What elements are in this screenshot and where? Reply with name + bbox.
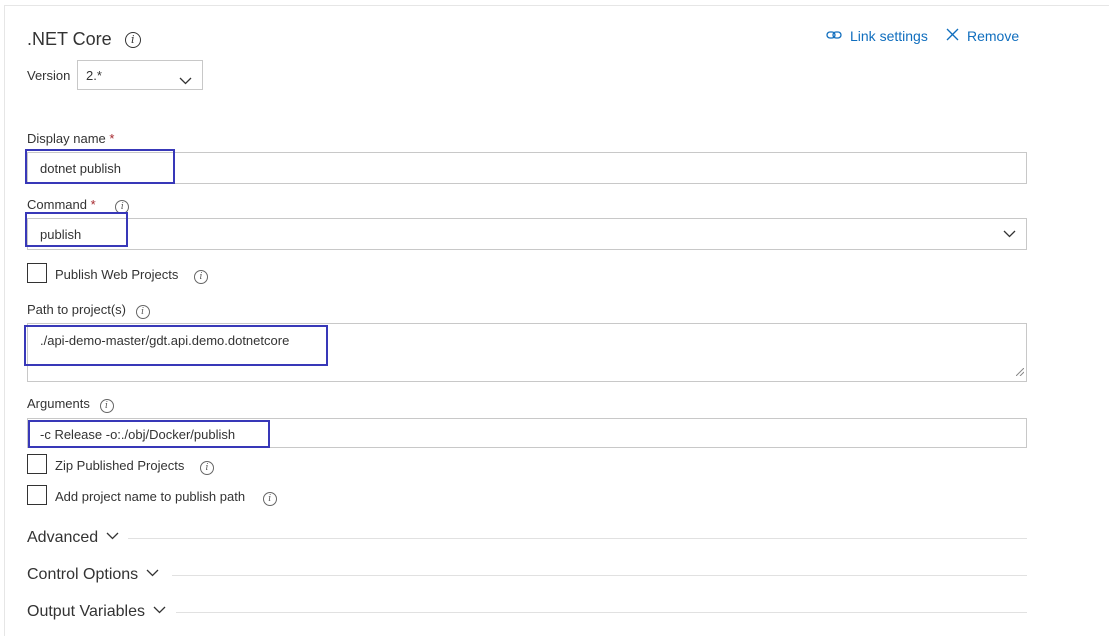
add-project-name-checkbox[interactable] xyxy=(27,485,47,505)
add-project-name-label: Add project name to publish path i xyxy=(55,489,277,506)
section-divider xyxy=(128,538,1027,539)
path-to-projects-label: Path to project(s) i xyxy=(27,302,150,319)
info-icon[interactable]: i xyxy=(199,461,214,475)
command-label-text: Command xyxy=(27,197,87,212)
link-settings-label: Link settings xyxy=(850,28,928,44)
info-icon[interactable]: i xyxy=(124,32,141,48)
resize-handle-icon[interactable] xyxy=(1015,364,1025,379)
annotation-box xyxy=(25,212,128,247)
publish-web-projects-text: Publish Web Projects xyxy=(55,267,179,282)
remove-label: Remove xyxy=(967,28,1020,44)
chevron-down-icon xyxy=(179,68,192,98)
info-icon[interactable]: i xyxy=(99,399,114,413)
annotation-box xyxy=(28,420,270,448)
output-variables-section-toggle[interactable]: Output Variables xyxy=(27,603,166,621)
control-options-section-toggle[interactable]: Control Options xyxy=(27,566,159,584)
publish-web-projects-checkbox[interactable] xyxy=(27,263,47,283)
chevron-down-icon xyxy=(106,529,119,547)
version-value: 2.* xyxy=(86,68,102,83)
arguments-label: Arguments i xyxy=(27,396,114,413)
required-marker: * xyxy=(109,131,115,146)
control-options-label: Control Options xyxy=(27,566,139,583)
info-icon[interactable]: i xyxy=(193,270,208,284)
display-name-input[interactable]: dotnet publish xyxy=(27,152,1027,184)
command-select[interactable]: publish xyxy=(27,218,1027,250)
arguments-label-text: Arguments xyxy=(27,396,90,411)
annotation-box xyxy=(25,149,175,184)
annotation-box xyxy=(24,325,328,366)
link-settings-button[interactable]: Link settings xyxy=(826,28,928,44)
publish-web-projects-label: Publish Web Projects i xyxy=(55,267,208,284)
display-name-label-text: Display name xyxy=(27,131,106,146)
output-variables-label: Output Variables xyxy=(27,603,145,620)
info-icon[interactable]: i xyxy=(262,492,277,506)
advanced-section-toggle[interactable]: Advanced xyxy=(27,529,119,547)
version-select[interactable]: 2.* xyxy=(77,60,203,90)
section-divider xyxy=(172,575,1027,576)
chevron-down-icon xyxy=(146,566,159,584)
version-label: Version xyxy=(27,68,71,83)
required-marker: * xyxy=(90,197,96,212)
chevron-down-icon xyxy=(153,603,166,621)
path-to-projects-text: Path to project(s) xyxy=(27,302,126,317)
task-title-text: .NET Core xyxy=(27,29,112,49)
advanced-label: Advanced xyxy=(27,529,99,546)
display-name-label: Display name * xyxy=(27,131,114,146)
zip-published-projects-checkbox[interactable] xyxy=(27,454,47,474)
zip-published-projects-label: Zip Published Projects i xyxy=(55,458,214,475)
close-icon xyxy=(946,28,959,44)
link-icon xyxy=(826,28,842,44)
info-icon[interactable]: i xyxy=(135,305,150,319)
add-project-name-text: Add project name to publish path xyxy=(55,489,246,504)
chevron-down-icon xyxy=(1003,227,1016,243)
zip-published-projects-text: Zip Published Projects xyxy=(55,458,185,473)
section-divider xyxy=(176,612,1027,613)
task-title: .NET Core i xyxy=(27,29,141,50)
panel-top-border xyxy=(4,5,1109,6)
remove-button[interactable]: Remove xyxy=(946,28,1019,44)
panel-left-border xyxy=(4,5,5,636)
